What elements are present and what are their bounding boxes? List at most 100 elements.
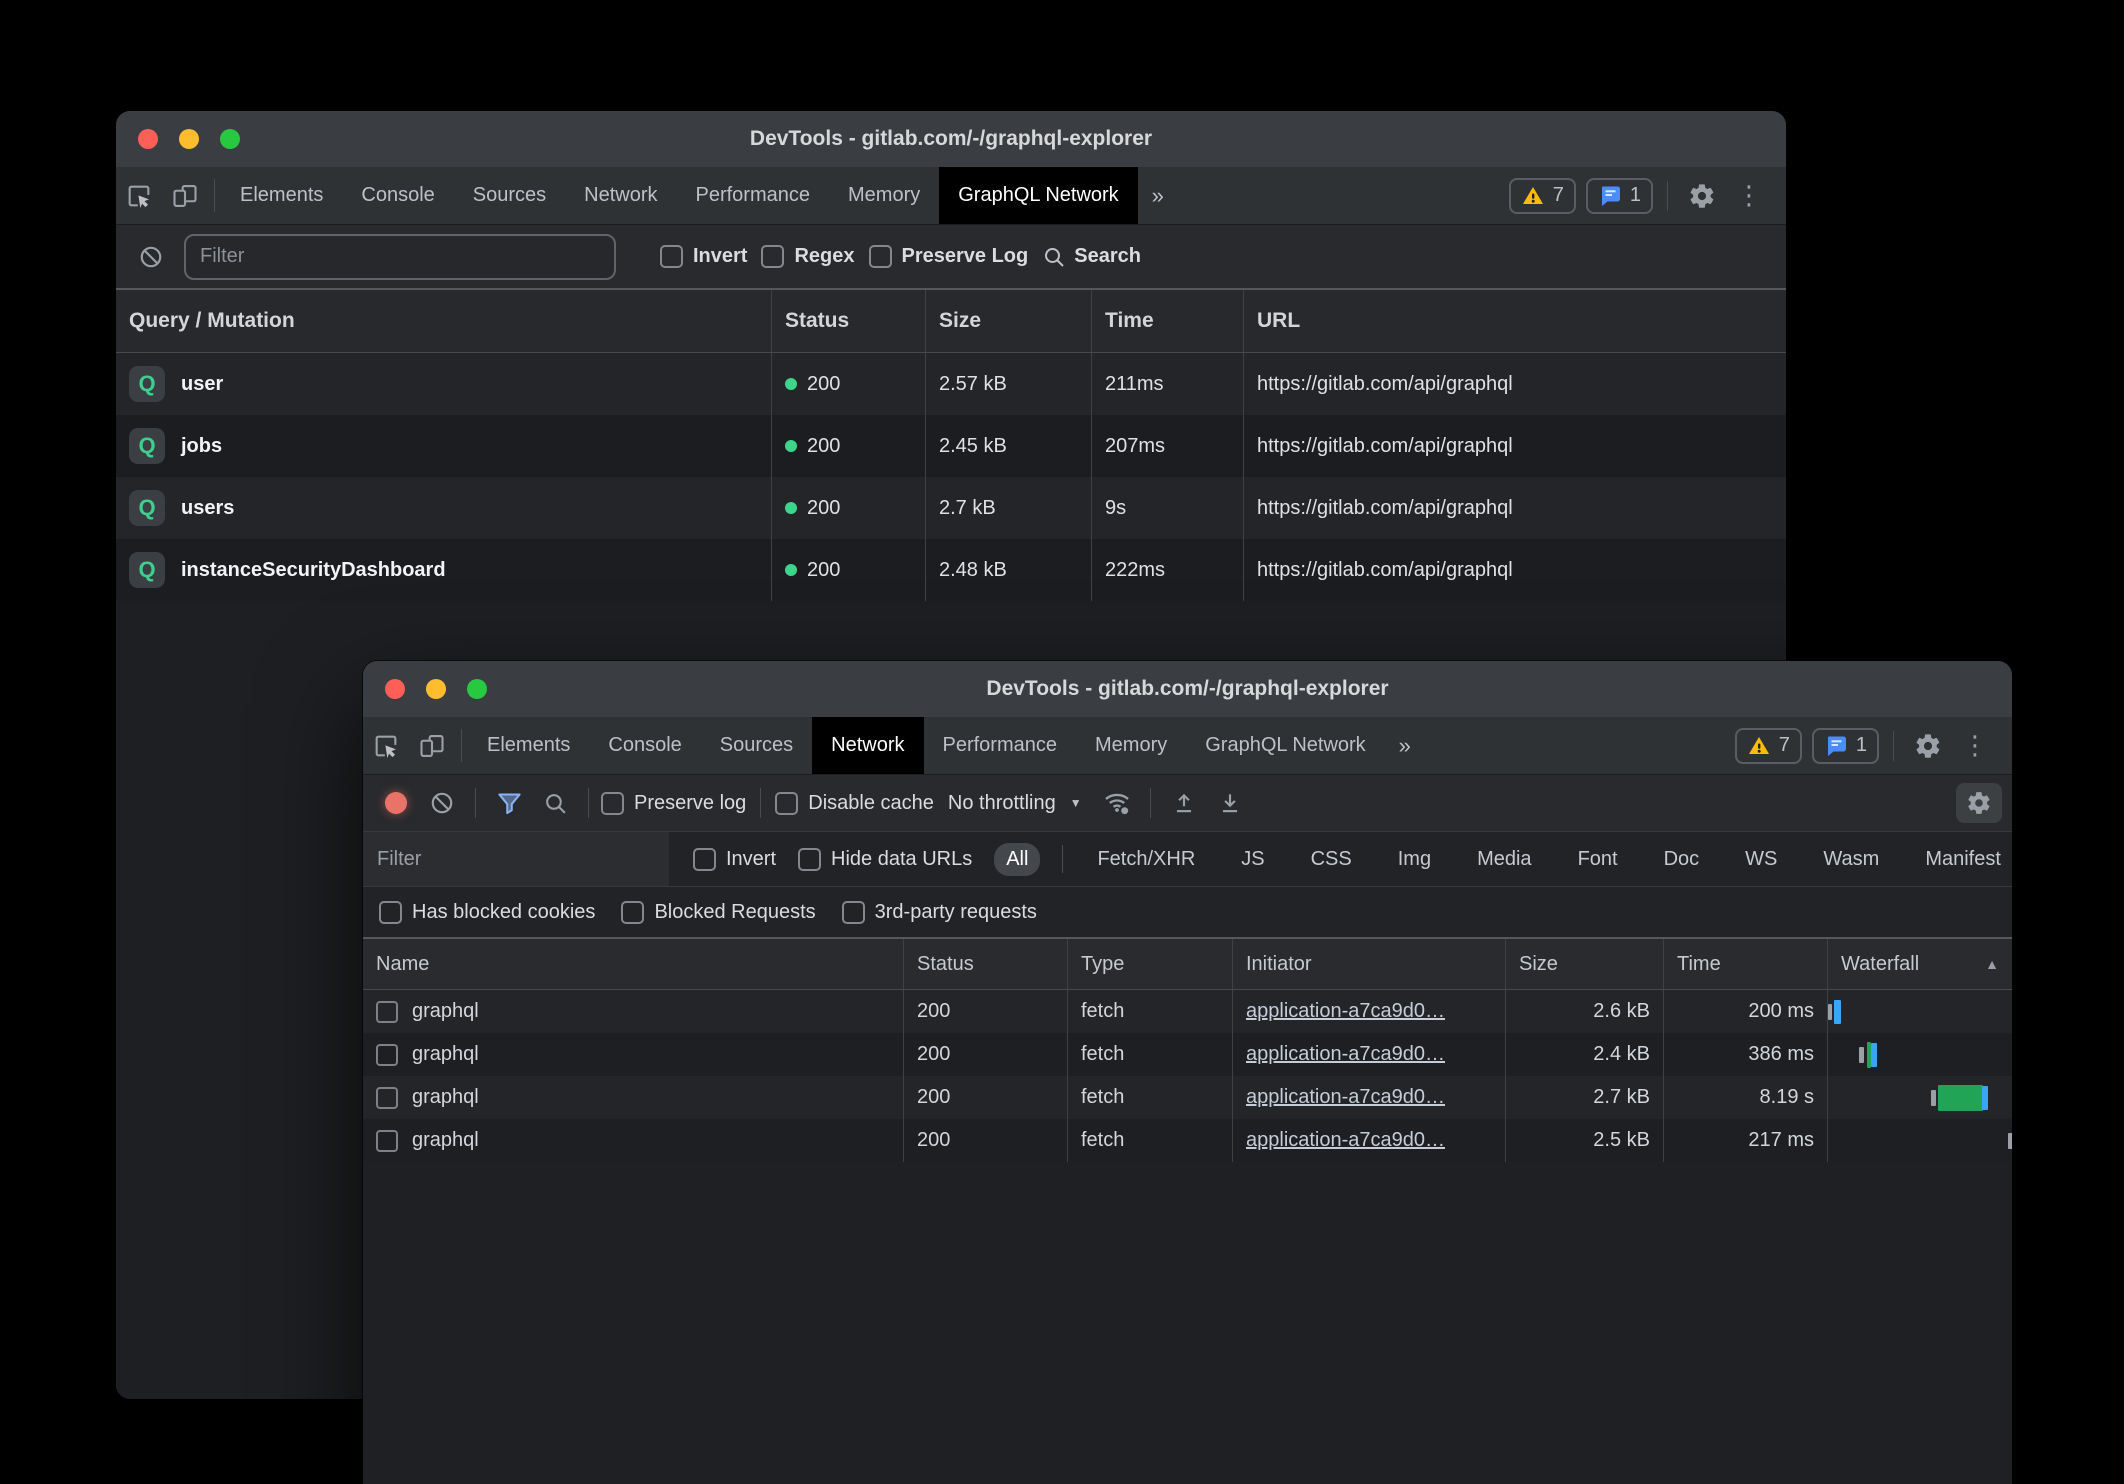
col-name[interactable]: Name	[363, 939, 903, 989]
throttling-select[interactable]: No throttling ▼	[938, 792, 1092, 815]
col-query-mutation[interactable]: Query / Mutation	[116, 290, 771, 352]
search-icon	[1042, 245, 1066, 269]
network-row[interactable]: graphql 200 fetch application-a7ca9d0… 2…	[363, 1119, 2012, 1162]
filter-input[interactable]	[363, 832, 669, 886]
filter-chip-js[interactable]: JS	[1229, 843, 1276, 876]
inspect-element-icon[interactable]	[363, 717, 409, 774]
titlebar[interactable]: DevTools - gitlab.com/-/graphql-explorer	[363, 661, 2012, 717]
titlebar[interactable]: DevTools - gitlab.com/-/graphql-explorer	[116, 111, 1786, 167]
tab-performance[interactable]: Performance	[924, 717, 1077, 774]
filter-chip-wasm[interactable]: Wasm	[1811, 843, 1891, 876]
minimize-button[interactable]	[179, 129, 199, 149]
close-button[interactable]	[385, 679, 405, 699]
row-checkbox[interactable]	[376, 1130, 398, 1152]
regex-checkbox[interactable]: Regex	[761, 245, 854, 268]
disable-cache-checkbox[interactable]: Disable cache	[775, 792, 934, 815]
minimize-button[interactable]	[426, 679, 446, 699]
filter-chip-all[interactable]: All	[994, 843, 1040, 876]
search-button[interactable]: Search	[1042, 245, 1141, 269]
col-waterfall[interactable]: Waterfall ▲	[1827, 939, 2012, 989]
third-party-requests-checkbox[interactable]: 3rd-party requests	[842, 901, 1037, 924]
tab-sources[interactable]: Sources	[701, 717, 812, 774]
invert-checkbox[interactable]: Invert	[660, 245, 747, 268]
import-har-icon[interactable]	[1163, 790, 1205, 816]
tab-performance[interactable]: Performance	[677, 167, 830, 224]
zoom-button[interactable]	[467, 679, 487, 699]
row-checkbox[interactable]	[376, 1001, 398, 1023]
initiator-link[interactable]: application-a7ca9d0…	[1246, 1086, 1445, 1109]
graphql-row-user[interactable]: Quser 200 2.57 kB 211ms https://gitlab.c…	[116, 353, 1786, 415]
graphql-row-instance-security-dashboard[interactable]: QinstanceSecurityDashboard 200 2.48 kB 2…	[116, 539, 1786, 601]
col-status[interactable]: Status	[903, 939, 1067, 989]
device-toolbar-icon[interactable]	[409, 717, 455, 774]
col-url[interactable]: URL	[1243, 290, 1786, 352]
devtools-window-network: DevTools - gitlab.com/-/graphql-explorer…	[363, 661, 2012, 1484]
initiator-link[interactable]: application-a7ca9d0…	[1246, 1000, 1445, 1023]
col-type[interactable]: Type	[1067, 939, 1232, 989]
invert-checkbox[interactable]: Invert	[693, 848, 776, 871]
filter-chip-manifest[interactable]: Manifest	[1913, 843, 2012, 876]
filter-funnel-icon[interactable]	[488, 790, 530, 817]
network-row[interactable]: graphql 200 fetch application-a7ca9d0… 2…	[363, 1033, 2012, 1076]
close-button[interactable]	[138, 129, 158, 149]
kebab-menu-icon[interactable]: ⋮	[1732, 180, 1766, 211]
network-row[interactable]: graphql 200 fetch application-a7ca9d0… 2…	[363, 1076, 2012, 1119]
has-blocked-cookies-checkbox[interactable]: Has blocked cookies	[379, 901, 595, 924]
tab-console[interactable]: Console	[589, 717, 700, 774]
initiator-link[interactable]: application-a7ca9d0…	[1246, 1043, 1445, 1066]
tab-memory[interactable]: Memory	[829, 167, 939, 224]
tab-elements[interactable]: Elements	[468, 717, 589, 774]
filter-chip-css[interactable]: CSS	[1299, 843, 1364, 876]
tab-graphql-network[interactable]: GraphQL Network	[1186, 717, 1384, 774]
col-time[interactable]: Time	[1091, 290, 1243, 352]
row-checkbox[interactable]	[376, 1044, 398, 1066]
row-checkbox[interactable]	[376, 1087, 398, 1109]
col-size[interactable]: Size	[925, 290, 1091, 352]
kebab-menu-icon[interactable]: ⋮	[1958, 730, 1992, 761]
tab-graphql-network[interactable]: GraphQL Network	[939, 167, 1137, 224]
tab-sources[interactable]: Sources	[454, 167, 565, 224]
tab-network[interactable]: Network	[565, 167, 676, 224]
graphql-row-users[interactable]: Qusers 200 2.7 kB 9s https://gitlab.com/…	[116, 477, 1786, 539]
tab-elements[interactable]: Elements	[221, 167, 342, 224]
filter-chip-font[interactable]: Font	[1566, 843, 1630, 876]
settings-gear-icon[interactable]	[1682, 182, 1722, 210]
zoom-button[interactable]	[220, 129, 240, 149]
network-row[interactable]: graphql 200 fetch application-a7ca9d0… 2…	[363, 990, 2012, 1033]
network-settings-gear-icon[interactable]	[1956, 783, 2002, 823]
filter-chip-doc[interactable]: Doc	[1652, 843, 1712, 876]
clear-icon[interactable]	[132, 244, 170, 270]
settings-gear-icon[interactable]	[1908, 732, 1948, 760]
filter-input[interactable]	[184, 234, 616, 280]
col-time[interactable]: Time	[1663, 939, 1827, 989]
preserve-log-checkbox[interactable]: Preserve log	[601, 792, 746, 815]
issues-badge[interactable]: 1	[1586, 178, 1653, 214]
inspect-element-icon[interactable]	[116, 167, 162, 224]
more-tabs-chevron-icon[interactable]: »	[1138, 167, 1178, 224]
blocked-requests-checkbox[interactable]: Blocked Requests	[621, 901, 815, 924]
hide-data-urls-checkbox[interactable]: Hide data URLs	[798, 848, 972, 871]
initiator-link[interactable]: application-a7ca9d0…	[1246, 1129, 1445, 1152]
clear-icon[interactable]	[421, 790, 463, 816]
col-size[interactable]: Size	[1505, 939, 1663, 989]
col-initiator[interactable]: Initiator	[1232, 939, 1505, 989]
warnings-badge[interactable]: 7	[1735, 728, 1802, 764]
tab-memory[interactable]: Memory	[1076, 717, 1186, 774]
col-status[interactable]: Status	[771, 290, 925, 352]
filter-chip-img[interactable]: Img	[1386, 843, 1443, 876]
export-har-icon[interactable]	[1209, 790, 1251, 816]
warnings-badge[interactable]: 7	[1509, 178, 1576, 214]
graphql-row-jobs[interactable]: Qjobs 200 2.45 kB 207ms https://gitlab.c…	[116, 415, 1786, 477]
tab-network[interactable]: Network	[812, 717, 923, 774]
device-toolbar-icon[interactable]	[162, 167, 208, 224]
tab-console[interactable]: Console	[342, 167, 453, 224]
filter-chip-fetch-xhr[interactable]: Fetch/XHR	[1085, 843, 1207, 876]
record-button[interactable]	[385, 792, 407, 814]
issues-badge[interactable]: 1	[1812, 728, 1879, 764]
filter-chip-ws[interactable]: WS	[1733, 843, 1789, 876]
preserve-log-checkbox[interactable]: Preserve Log	[869, 245, 1029, 268]
filter-chip-media[interactable]: Media	[1465, 843, 1543, 876]
more-tabs-chevron-icon[interactable]: »	[1385, 717, 1425, 774]
search-icon[interactable]	[534, 791, 576, 816]
network-conditions-icon[interactable]	[1096, 789, 1138, 817]
